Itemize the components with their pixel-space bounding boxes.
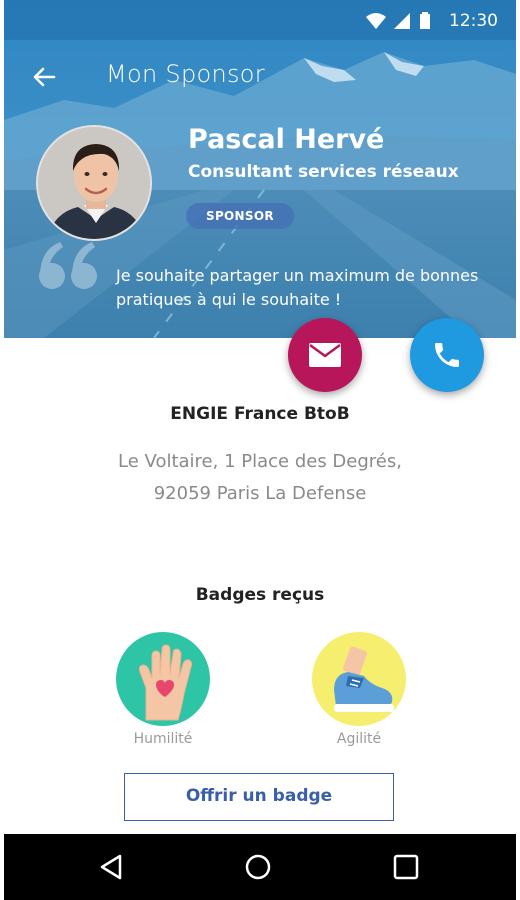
- android-nav-bar: [4, 834, 516, 900]
- back-arrow-icon[interactable]: [30, 63, 58, 91]
- sponsor-role: Consultant services réseaux: [188, 162, 459, 182]
- status-time: 12:30: [449, 11, 498, 31]
- badge-humilite[interactable]: [116, 632, 210, 726]
- battery-icon: [420, 12, 430, 29]
- wifi-icon: [366, 13, 386, 29]
- email-button[interactable]: [288, 318, 362, 392]
- badges-title: Badges reçus: [195, 585, 325, 605]
- status-bar: 12:30: [4, 0, 516, 40]
- badge-label-humilite: Humilité: [133, 731, 193, 747]
- sneaker-icon: [334, 646, 394, 712]
- company-address: Le Voltaire, 1 Place des Degrés, 92059 P…: [4, 446, 516, 510]
- profile-header: 12:30 Mon Sponsor Pascal Hervé Consultan…: [4, 0, 516, 338]
- phone-icon: [435, 343, 459, 367]
- sponsor-quote: Je souhaite partager un maximum de bonne…: [116, 266, 479, 309]
- call-button[interactable]: [410, 318, 484, 392]
- badge-agilite[interactable]: [312, 632, 406, 726]
- sponsor-name: Pascal Hervé: [188, 124, 385, 155]
- mail-icon: [309, 343, 341, 367]
- signal-icon: [394, 13, 410, 29]
- nav-recent-apps-icon[interactable]: [390, 851, 422, 883]
- nav-back-icon[interactable]: [96, 851, 128, 883]
- avatar: [36, 125, 152, 241]
- company-name: ENGIE France BtoB: [170, 404, 350, 424]
- badge-label-agilite: Agilité: [336, 731, 382, 747]
- app-screen: 12:30 Mon Sponsor Pascal Hervé Consultan…: [4, 0, 516, 900]
- profile-photo: [38, 127, 150, 239]
- sponsor-badge: SPONSOR: [186, 203, 294, 229]
- nav-home-icon[interactable]: [242, 851, 274, 883]
- quote-icon: [39, 242, 97, 289]
- hand-heart-icon: [138, 644, 193, 721]
- page-title: Mon Sponsor: [106, 60, 265, 88]
- address-line-1: Le Voltaire, 1 Place des Degrés,: [118, 451, 402, 472]
- offer-badge-button[interactable]: Offrir un badge: [124, 773, 394, 821]
- status-icons: [366, 12, 430, 29]
- address-line-2: 92059 Paris La Defense: [153, 483, 367, 504]
